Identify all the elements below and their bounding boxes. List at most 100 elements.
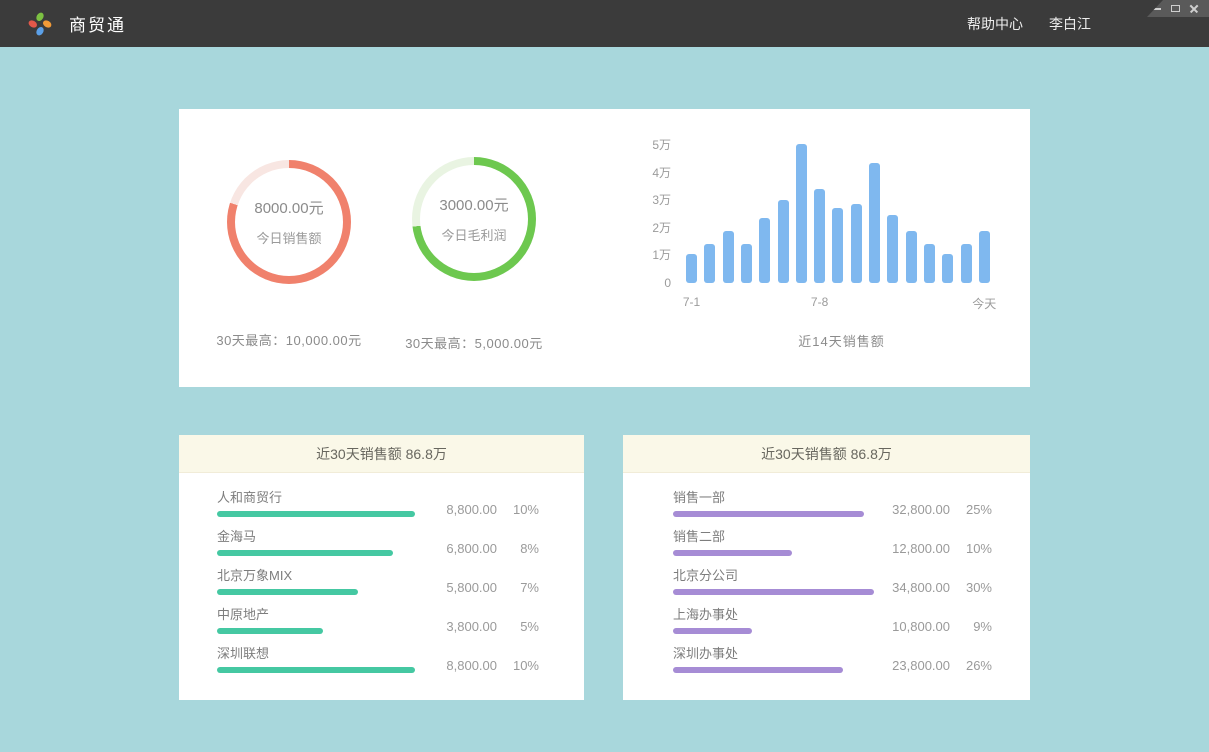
app-window: 商贸通 帮助中心 李白江 8000.00元 今日销售额 30天最高：10,000… [0,0,1209,700]
rank-item-amount: 8,800.00 [427,502,497,517]
maximize-button[interactable] [1171,5,1180,12]
y-axis-tick-label: 5万 [639,138,671,152]
rank-item-percent: 30% [950,580,992,595]
rank-row: 人和商贸行8,800.0010% [217,491,539,517]
department-ranking-title: 近30天销售额 86.8万 [623,435,1030,473]
daily-sales-bar [961,244,972,283]
rank-item-amount: 6,800.00 [427,541,497,556]
rank-item-values: 32,800.0025% [880,502,992,517]
daily-sales-bar [723,231,734,283]
rank-item-values: 12,800.0010% [880,541,992,556]
close-button[interactable] [1190,5,1198,13]
user-name-link[interactable]: 李白江 [1049,14,1091,34]
rank-item-values: 10,800.009% [880,619,992,634]
rank-item-bar [217,667,415,673]
daily-sales-bar [759,218,770,283]
app-logo-pinwheel-icon [27,11,53,37]
daily-sales-bar [869,163,880,283]
daily-sales-bar [832,208,843,283]
daily-sales-bar [979,231,990,283]
x-axis-tick-label: 7-1 [662,295,722,309]
y-axis-tick-label: 3万 [639,193,671,207]
daily-sales-bar [686,254,697,283]
rank-item-percent: 26% [950,658,992,673]
department-ranking-list: 销售一部32,800.0025%销售二部12,800.0010%北京分公司34,… [623,473,1030,673]
daily-sales-chart: 01万2万3万4万5万 7-17-8今天 近14天销售额 [639,145,1030,375]
rank-item-amount: 23,800.00 [880,658,950,673]
rank-row: 中原地产3,800.005% [217,608,539,634]
rank-item-bar [673,550,792,556]
rank-item-amount: 8,800.00 [427,658,497,673]
rank-item-percent: 25% [950,502,992,517]
today-sales-value: 8000.00元 [254,197,323,218]
rank-item-percent: 10% [950,541,992,556]
rank-item-bar [217,550,393,556]
titlebar: 商贸通 帮助中心 李白江 [0,0,1209,47]
rank-item-values: 34,800.0030% [880,580,992,595]
rank-item-percent: 7% [497,580,539,595]
rank-item-amount: 3,800.00 [427,619,497,634]
rank-item-bar [217,511,415,517]
rank-row: 销售一部32,800.0025% [673,491,992,517]
today-profit-label: 今日毛利润 [441,225,506,244]
x-axis-tick-label: 今天 [954,295,1014,312]
rank-item-amount: 32,800.00 [880,502,950,517]
today-profit-gauge: 3000.00元 今日毛利润 30天最高：5,000.00元 [394,109,554,281]
overview-card: 8000.00元 今日销售额 30天最高：10,000.00元 3000.00元… [179,109,1030,387]
y-axis-tick-label: 1万 [639,248,671,262]
rank-item-percent: 9% [950,619,992,634]
help-center-link[interactable]: 帮助中心 [967,14,1023,34]
rank-item-values: 3,800.005% [427,619,539,634]
x-axis-tick-label: 7-8 [790,295,850,309]
y-axis-tick-label: 0 [639,276,671,290]
rank-item-percent: 5% [497,619,539,634]
today-profit-ring: 3000.00元 今日毛利润 [412,157,536,281]
rank-item-bar [217,589,358,595]
rank-item-values: 5,800.007% [427,580,539,595]
y-axis-tick-label: 2万 [639,221,671,235]
rank-item-bar [673,667,843,673]
customer-ranking-title: 近30天销售额 86.8万 [179,435,584,473]
rank-item-bar [673,589,874,595]
rank-item-values: 6,800.008% [427,541,539,556]
window-controls [1147,0,1209,17]
rank-item-percent: 10% [497,502,539,517]
rank-row: 北京万象MIX5,800.007% [217,569,539,595]
rank-item-values: 8,800.0010% [427,658,539,673]
dashboard: 8000.00元 今日销售额 30天最高：10,000.00元 3000.00元… [179,109,1030,700]
rank-row: 深圳办事处23,800.0026% [673,647,992,673]
today-profit-30day-max: 30天最高：5,000.00元 [354,333,594,352]
today-sales-label: 今日销售额 [256,228,321,247]
rank-item-percent: 8% [497,541,539,556]
department-ranking-card: 近30天销售额 86.8万 销售一部32,800.0025% 销售二部12,800… [623,435,1030,700]
rank-item-bar [673,628,752,634]
rank-item-amount: 12,800.00 [880,541,950,556]
ranking-row: 近30天销售额 86.8万 人和商贸行8,800.0010% 金海马6,800.0… [179,435,1030,700]
rank-row: 金海马6,800.008% [217,530,539,556]
rank-item-amount: 10,800.00 [880,619,950,634]
rank-item-amount: 34,800.00 [880,580,950,595]
today-sales-gauge: 8000.00元 今日销售额 30天最高：10,000.00元 [209,109,369,284]
rank-item-values: 23,800.0026% [880,658,992,673]
rank-row: 深圳联想8,800.0010% [217,647,539,673]
rank-item-bar [217,628,323,634]
daily-sales-bar [924,244,935,283]
daily-sales-bar [887,215,898,283]
rank-item-percent: 10% [497,658,539,673]
rank-item-values: 8,800.0010% [427,502,539,517]
daily-sales-bar [796,144,807,283]
rank-row: 销售二部12,800.0010% [673,530,992,556]
minimize-button[interactable] [1152,8,1161,10]
daily-sales-bar [741,244,752,283]
y-axis-tick-label: 4万 [639,166,671,180]
rank-item-bar [673,511,864,517]
rank-item-amount: 5,800.00 [427,580,497,595]
app-title: 商贸通 [69,11,126,36]
daily-sales-bar [778,200,789,283]
today-profit-value: 3000.00元 [439,194,508,215]
rank-row: 上海办事处10,800.009% [673,608,992,634]
daily-sales-bar [814,189,825,283]
daily-sales-chart-title: 近14天销售额 [686,331,997,350]
daily-sales-bar [851,204,862,283]
daily-bar-plot [686,145,997,283]
